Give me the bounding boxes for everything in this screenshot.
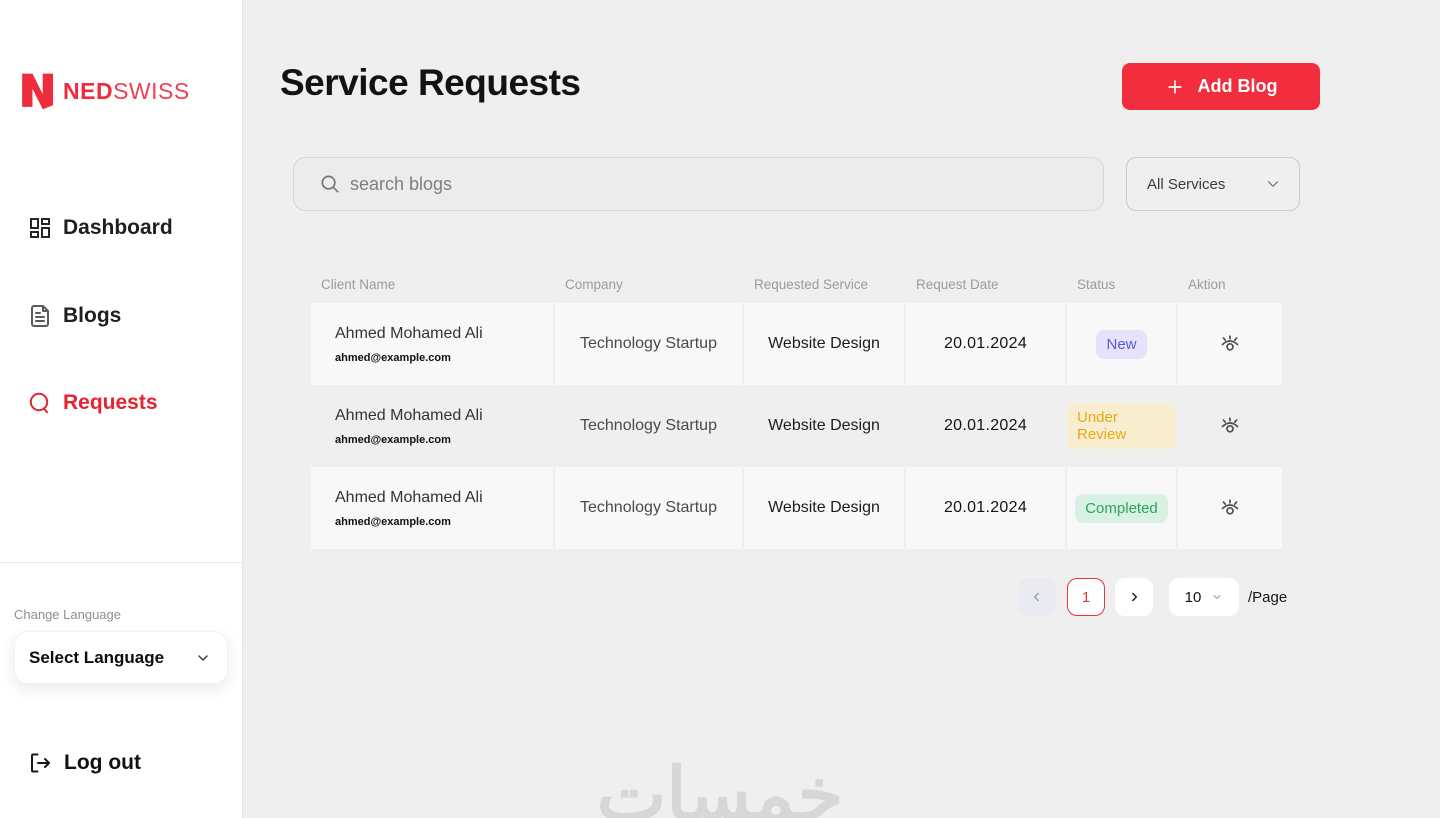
search-box (293, 157, 1104, 211)
chevron-down-icon (195, 650, 211, 666)
date-cell: 20.01.2024 (906, 467, 1065, 549)
sidebar: NEDSWISS Dashboard Blogs Requests Change (0, 0, 242, 818)
company-cell: Technology Startup (580, 417, 717, 434)
change-language-label: Change Language (14, 607, 121, 622)
requests-table: Client Name Company Requested Service Re… (311, 265, 1284, 549)
nedswiss-logo-icon (22, 72, 54, 110)
sidebar-item-label: Blogs (63, 304, 122, 327)
logout-icon (28, 751, 52, 775)
action-cell[interactable] (1178, 385, 1282, 467)
language-select[interactable]: Select Language (14, 631, 228, 684)
view-eye-icon[interactable] (1218, 332, 1242, 356)
pagination: 1 10 /Page (1018, 578, 1287, 616)
add-blog-label: Add Blog (1197, 76, 1278, 96)
table-header-row: Client Name Company Requested Service Re… (311, 265, 1284, 303)
pagination-next-button[interactable] (1115, 578, 1153, 616)
status-badge: Under Review (1067, 403, 1176, 449)
pagination-page-1[interactable]: 1 (1067, 578, 1105, 616)
status-cell: Under Review (1067, 385, 1176, 467)
client-name: Ahmed Mohamed Ali (335, 406, 483, 424)
document-icon (28, 304, 52, 328)
per-page-label: /Page (1248, 588, 1288, 606)
client-email: ahmed@example.com (335, 433, 451, 446)
service-cell: Website Design (768, 417, 880, 434)
chevron-left-icon (1030, 590, 1044, 604)
chevron-right-icon (1127, 590, 1141, 604)
pagination-prev-button[interactable] (1018, 578, 1056, 616)
service-filter-value: All Services (1147, 175, 1226, 193)
sidebar-item-label: Dashboard (63, 216, 173, 239)
chevron-down-icon (1264, 175, 1282, 193)
page-title: Service Requests (280, 62, 581, 103)
view-eye-icon[interactable] (1218, 496, 1242, 520)
logout-label: Log out (64, 751, 141, 774)
sidebar-item-dashboard[interactable]: Dashboard (28, 216, 173, 240)
sidebar-item-requests[interactable]: Requests (28, 391, 158, 415)
action-cell[interactable] (1178, 303, 1282, 385)
action-cell[interactable] (1178, 467, 1282, 549)
view-eye-icon[interactable] (1218, 414, 1242, 438)
chevron-down-icon (1211, 591, 1223, 603)
client-cell: Ahmed Mohamed Ali ahmed@example.com (311, 385, 553, 467)
service-cell: Website Design (744, 303, 904, 385)
logo-wordmark: NEDSWISS (63, 77, 190, 104)
company-cell: Technology Startup (555, 303, 742, 385)
add-blog-button[interactable]: Add Blog (1122, 63, 1320, 110)
client-email: ahmed@example.com (335, 515, 451, 528)
status-cell: Completed (1067, 467, 1176, 549)
service-cell: Website Design (744, 467, 904, 549)
sidebar-divider (0, 562, 242, 563)
nedswiss-logo: NEDSWISS (22, 72, 190, 110)
language-select-value: Select Language (29, 647, 165, 667)
date-cell: 20.01.2024 (906, 303, 1065, 385)
column-header-status: Status (1077, 276, 1116, 292)
table-row: Ahmed Mohamed Ali ahmed@example.com Tech… (311, 303, 1284, 385)
sidebar-item-blogs[interactable]: Blogs (28, 304, 121, 328)
column-header-requested-service: Requested Service (754, 276, 869, 292)
column-header-company: Company (565, 276, 623, 292)
client-name: Ahmed Mohamed Ali (335, 488, 483, 506)
service-filter-select[interactable]: All Services (1126, 157, 1300, 211)
client-cell: Ahmed Mohamed Ali ahmed@example.com (311, 303, 553, 385)
sidebar-item-label: Requests (63, 391, 158, 414)
column-header-aktion: Aktion (1188, 276, 1226, 292)
client-name: Ahmed Mohamed Ali (335, 324, 483, 342)
search-input[interactable] (294, 158, 1103, 210)
logout-button[interactable]: Log out (28, 751, 141, 775)
client-cell: Ahmed Mohamed Ali ahmed@example.com (311, 467, 553, 549)
client-email: ahmed@example.com (335, 351, 451, 364)
page-size-value: 10 (1184, 588, 1202, 606)
plus-icon (1165, 77, 1185, 97)
status-cell: New (1067, 303, 1176, 385)
date-cell: 20.01.2024 (943, 417, 1028, 434)
company-cell: Technology Startup (555, 467, 742, 549)
search-icon (319, 173, 342, 196)
column-header-client-name: Client Name (321, 276, 396, 292)
status-badge: New (1096, 329, 1147, 359)
chat-bubble-icon (28, 391, 52, 415)
table-row: Ahmed Mohamed Ali ahmed@example.com Tech… (311, 467, 1284, 549)
status-badge: Completed (1075, 493, 1168, 523)
page-size-select[interactable]: 10 (1169, 578, 1239, 616)
table-row: Ahmed Mohamed Ali ahmed@example.com Tech… (311, 385, 1284, 467)
dashboard-icon (28, 216, 52, 240)
column-header-request-date: Request Date (916, 276, 999, 292)
